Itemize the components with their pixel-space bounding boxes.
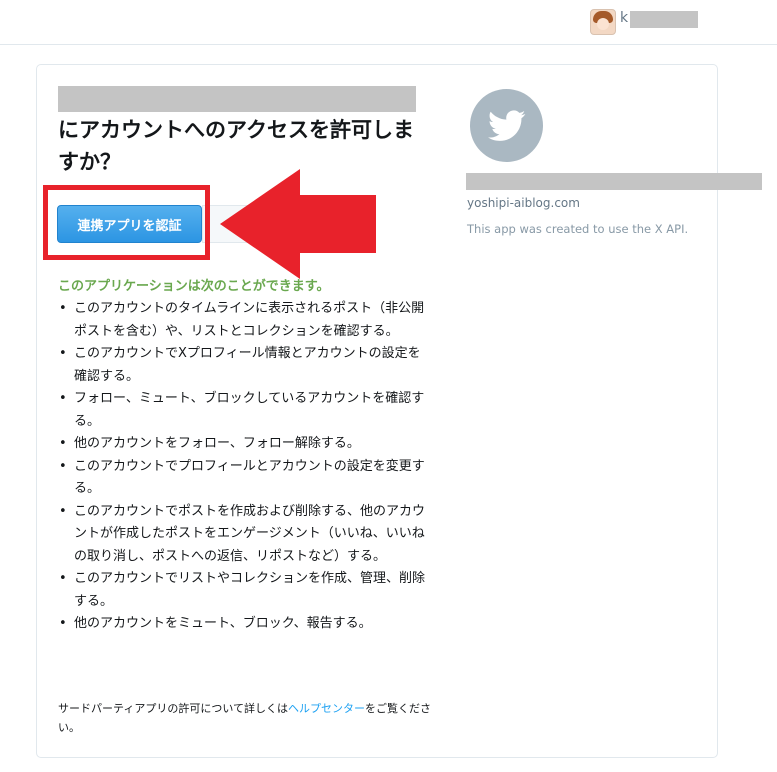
bullet-icon: • bbox=[59, 391, 67, 406]
permission-text: このアカウントでリストやコレクションを作成、管理、削除する。 bbox=[74, 571, 426, 609]
app-id-redaction bbox=[466, 173, 762, 190]
help-footer-note: サードパーティアプリの許可について詳しくはヘルプセンターをご覧ください。 bbox=[58, 699, 434, 737]
app-name-redaction bbox=[58, 86, 416, 112]
permission-item: • このアカウントでXプロフィール情報とアカウントの設定を確認する。 bbox=[58, 343, 430, 388]
permission-item: • このアカウントでリストやコレクションを作成、管理、削除する。 bbox=[58, 568, 430, 613]
bullet-icon: • bbox=[59, 616, 67, 631]
bullet-icon: • bbox=[59, 436, 67, 451]
avatar-face bbox=[597, 18, 609, 30]
app-website-link[interactable]: yoshipi-aiblog.com bbox=[467, 196, 580, 210]
permission-text: 他のアカウントをミュート、ブロック、報告する。 bbox=[74, 616, 372, 631]
permission-item: • 他のアカウントをフォロー、フォロー解除する。 bbox=[58, 433, 430, 456]
permission-text: このアカウントでプロフィールとアカウントの設定を変更する。 bbox=[74, 458, 425, 497]
bullet-icon: • bbox=[59, 571, 67, 586]
app-logo bbox=[470, 89, 543, 162]
bullet-icon: • bbox=[59, 346, 67, 361]
user-name-redaction bbox=[630, 11, 698, 28]
bullet-icon: • bbox=[59, 503, 67, 519]
permission-text: このアカウントのタイムラインに表示されるポスト（非公開ポストを含む）や、リストと… bbox=[74, 301, 425, 339]
permission-text: このアカウントでXプロフィール情報とアカウントの設定を確認する。 bbox=[74, 346, 421, 384]
app-description: This app was created to use the X API. bbox=[467, 222, 689, 236]
twitter-bird-icon bbox=[487, 109, 525, 141]
annotation-arrow-icon bbox=[220, 169, 376, 279]
permission-item: • このアカウントでプロフィールとアカウントの設定を変更する。 bbox=[58, 456, 430, 501]
top-bar: k bbox=[0, 0, 777, 45]
permission-item: • このアカウントでポストを作成および削除する、他のアカウントが作成したポストをエ… bbox=[58, 501, 430, 569]
user-avatar[interactable] bbox=[590, 9, 616, 35]
permission-text: 他のアカウントをフォロー、フォロー解除する。 bbox=[74, 436, 360, 451]
permissions-list: • このアカウントのタイムラインに表示されるポスト（非公開ポストを含む）や、リスト… bbox=[58, 298, 430, 636]
annotation-highlight-box bbox=[43, 185, 210, 260]
bullet-icon: • bbox=[59, 458, 67, 474]
permission-text: このアカウントでポストを作成および削除する、他のアカウントが作成したポストをエン… bbox=[74, 503, 426, 564]
permission-item: • フォロー、ミュート、ブロックしているアカウントを確認する。 bbox=[58, 388, 430, 433]
bullet-icon: • bbox=[59, 301, 67, 316]
user-name-initial: k bbox=[620, 10, 629, 26]
footer-text-before: サードパーティアプリの許可について詳しくは bbox=[58, 702, 289, 715]
help-center-link[interactable]: ヘルプセンター bbox=[288, 702, 365, 715]
permission-text: フォロー、ミュート、ブロックしているアカウントを確認する。 bbox=[74, 391, 425, 429]
permission-item: • 他のアカウントをミュート、ブロック、報告する。 bbox=[58, 613, 430, 636]
permission-item: • このアカウントのタイムラインに表示されるポスト（非公開ポストを含む）や、リスト… bbox=[58, 298, 430, 343]
